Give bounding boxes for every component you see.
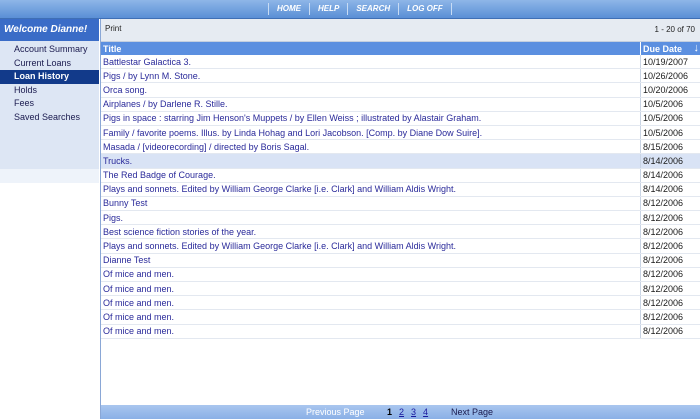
sidebar-footer	[0, 169, 99, 183]
nav-help[interactable]: HELP	[309, 3, 347, 15]
page-3[interactable]: 3	[411, 407, 416, 417]
table-row[interactable]: Of mice and men. 8/12/2006	[101, 324, 700, 339]
row-title-link[interactable]: Pigs / by Lynn M. Stone.	[101, 68, 641, 84]
welcome-banner: Welcome Dianne!	[0, 19, 99, 41]
row-title-link[interactable]: Of mice and men.	[101, 281, 641, 297]
table-row[interactable]: Dianne Test 8/12/2006	[101, 253, 700, 268]
page-4[interactable]: 4	[423, 407, 428, 417]
table-row[interactable]: Best science fiction stories of the year…	[101, 224, 700, 240]
top-bar: HOME HELP SEARCH LOG OFF	[0, 0, 700, 19]
sidebar-item-loan-history[interactable]: Loan History	[0, 70, 99, 84]
result-range: 1 - 20 of 70	[654, 25, 695, 34]
row-due-date: 10/5/2006	[640, 111, 700, 126]
table-row[interactable]: Of mice and men. 8/12/2006	[101, 295, 700, 311]
row-title-link[interactable]: Orca song.	[101, 82, 641, 98]
row-due-date: 8/15/2006	[640, 139, 700, 155]
table-row[interactable]: Orca song. 10/20/2006	[101, 82, 700, 98]
sort-down-arrow-icon[interactable]: ↓	[694, 43, 700, 54]
row-due-date: 10/5/2006	[640, 125, 700, 141]
row-title-link[interactable]: Pigs in space : starring Jim Henson's Mu…	[101, 111, 641, 126]
table-row[interactable]: Pigs in space : starring Jim Henson's Mu…	[101, 111, 700, 126]
row-due-date: 8/14/2006	[640, 153, 700, 169]
row-due-date: 8/12/2006	[640, 267, 700, 283]
row-title-link[interactable]: Of mice and men.	[101, 295, 641, 311]
sidebar-item-account-summary[interactable]: Account Summary	[0, 43, 99, 57]
row-title-link[interactable]: Masada / [videorecording] / directed by …	[101, 139, 641, 155]
column-header-due-date[interactable]: Due Date ↓	[640, 42, 700, 55]
row-title-link[interactable]: Of mice and men.	[101, 267, 641, 283]
row-due-date: 10/19/2007	[640, 55, 700, 70]
row-title-link[interactable]: Pigs.	[101, 210, 641, 226]
table-row[interactable]: Family / favorite poems. Illus. by Linda…	[101, 125, 700, 141]
table-row[interactable]: Pigs. 8/12/2006	[101, 210, 700, 226]
row-title-link[interactable]: The Red Badge of Courage.	[101, 168, 641, 183]
nav-search[interactable]: SEARCH	[347, 3, 398, 15]
table-row[interactable]: Plays and sonnets. Edited by William Geo…	[101, 238, 700, 254]
column-header-title[interactable]: Title	[101, 42, 641, 55]
loan-history-table: Title Due Date ↓ Battlestar Galactica 3. 1…	[101, 42, 700, 339]
row-due-date: 8/14/2006	[640, 182, 700, 197]
row-due-date: 8/12/2006	[640, 324, 700, 339]
pager: Previous Page 1 2 3 4 Next Page	[101, 405, 700, 419]
previous-page-link[interactable]: Previous Page	[306, 407, 365, 417]
table-row[interactable]: Pigs / by Lynn M. Stone. 10/26/2006	[101, 68, 700, 84]
row-title-link[interactable]: Bunny Test	[101, 196, 641, 212]
top-nav: HOME HELP SEARCH LOG OFF	[268, 0, 452, 18]
row-title-link[interactable]: Plays and sonnets. Edited by William Geo…	[101, 238, 641, 254]
row-title-link[interactable]: Battlestar Galactica 3.	[101, 55, 641, 70]
row-title-link[interactable]: Dianne Test	[101, 253, 641, 268]
row-title-link[interactable]: Plays and sonnets. Edited by William Geo…	[101, 182, 641, 197]
table-header-row: Title Due Date ↓	[101, 42, 700, 55]
table-row[interactable]: Battlestar Galactica 3. 10/19/2007	[101, 55, 700, 70]
row-title-link[interactable]: Trucks.	[101, 153, 641, 169]
row-title-link[interactable]: Of mice and men.	[101, 324, 641, 339]
table-row[interactable]: Of mice and men. 8/12/2006	[101, 309, 700, 325]
table-row[interactable]: Airplanes / by Darlene R. Stille. 10/5/20…	[101, 97, 700, 112]
row-title-link[interactable]: Best science fiction stories of the year…	[101, 224, 641, 240]
row-due-date: 8/12/2006	[640, 253, 700, 268]
row-due-date: 8/12/2006	[640, 210, 700, 226]
sidebar: Welcome Dianne! Account Summary Current …	[0, 19, 99, 419]
table-row[interactable]: Bunny Test 8/12/2006	[101, 196, 700, 212]
row-due-date: 8/12/2006	[640, 224, 700, 240]
sidebar-item-saved-searches[interactable]: Saved Searches	[0, 111, 99, 125]
page-numbers: 1 2 3 4	[387, 407, 428, 417]
row-due-date: 8/12/2006	[640, 281, 700, 297]
row-title-link[interactable]: Of mice and men.	[101, 309, 641, 325]
row-due-date: 10/5/2006	[640, 97, 700, 112]
page-1[interactable]: 1	[387, 407, 392, 417]
sidebar-item-current-loans[interactable]: Current Loans	[0, 57, 99, 71]
row-due-date: 8/12/2006	[640, 196, 700, 212]
row-due-date: 10/26/2006	[640, 68, 700, 84]
row-title-link[interactable]: Family / favorite poems. Illus. by Linda…	[101, 125, 641, 141]
next-page-link[interactable]: Next Page	[451, 407, 493, 417]
row-due-date: 8/12/2006	[640, 295, 700, 311]
table-row[interactable]: The Red Badge of Courage. 8/14/2006	[101, 168, 700, 183]
sidebar-menu: Account Summary Current Loans Loan Histo…	[0, 41, 99, 169]
print-button[interactable]: Print	[105, 24, 121, 33]
nav-home[interactable]: HOME	[268, 3, 309, 15]
row-title-link[interactable]: Airplanes / by Darlene R. Stille.	[101, 97, 641, 112]
main-panel: Print 1 - 20 of 70 Title Due Date ↓ Battl…	[100, 19, 700, 419]
sidebar-item-fees[interactable]: Fees	[0, 97, 99, 111]
table-row[interactable]: Of mice and men. 8/12/2006	[101, 281, 700, 297]
due-date-label: Due Date	[643, 43, 683, 54]
sidebar-item-holds[interactable]: Holds	[0, 84, 99, 98]
row-due-date: 8/14/2006	[640, 168, 700, 183]
row-due-date: 10/20/2006	[640, 82, 700, 98]
toolbar: Print 1 - 20 of 70	[101, 19, 700, 42]
row-due-date: 8/12/2006	[640, 238, 700, 254]
page-2[interactable]: 2	[399, 407, 404, 417]
table-row[interactable]: Of mice and men. 8/12/2006	[101, 267, 700, 283]
table-row[interactable]: Plays and sonnets. Edited by William Geo…	[101, 182, 700, 197]
row-due-date: 8/12/2006	[640, 309, 700, 325]
table-row[interactable]: Masada / [videorecording] / directed by …	[101, 139, 700, 155]
table-row[interactable]: Trucks. 8/14/2006	[101, 153, 700, 169]
nav-log-off[interactable]: LOG OFF	[398, 3, 452, 15]
